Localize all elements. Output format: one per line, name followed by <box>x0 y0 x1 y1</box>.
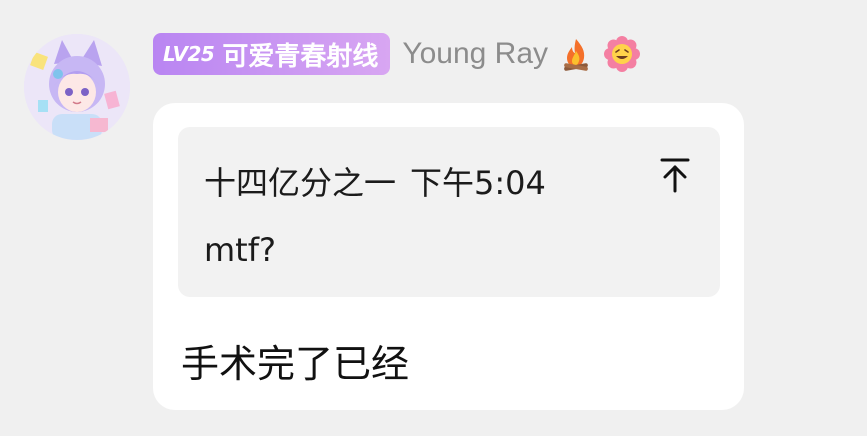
level-title-badge[interactable]: LV25 可爱青春射线 <box>153 33 391 75</box>
message-bubble[interactable]: 十四亿分之一 下午5:04 mtf? 手术完了已经 <box>153 103 744 410</box>
quote-header: 十四亿分之一 下午5:04 <box>204 158 546 204</box>
title-badge: 可爱青春射线 <box>222 41 379 72</box>
fire-icon <box>564 39 588 71</box>
message-text: 手术完了已经 <box>181 342 410 386</box>
level-badge: LV25 <box>163 42 215 66</box>
scroll-to-top-icon[interactable] <box>656 155 694 195</box>
quote-author: 十四亿分之一 <box>204 164 397 202</box>
message-header: LV25 可爱青春射线 Young Ray <box>153 33 641 75</box>
quote-text: mtf? <box>204 231 276 269</box>
sender-avatar[interactable] <box>24 34 130 140</box>
anime-girl-avatar-icon <box>24 34 130 140</box>
flower-grin-icon <box>604 36 641 72</box>
quoted-message[interactable]: 十四亿分之一 下午5:04 mtf? <box>178 127 720 297</box>
sender-name[interactable]: Young Ray <box>402 37 548 71</box>
quote-time: 下午5:04 <box>410 164 546 202</box>
